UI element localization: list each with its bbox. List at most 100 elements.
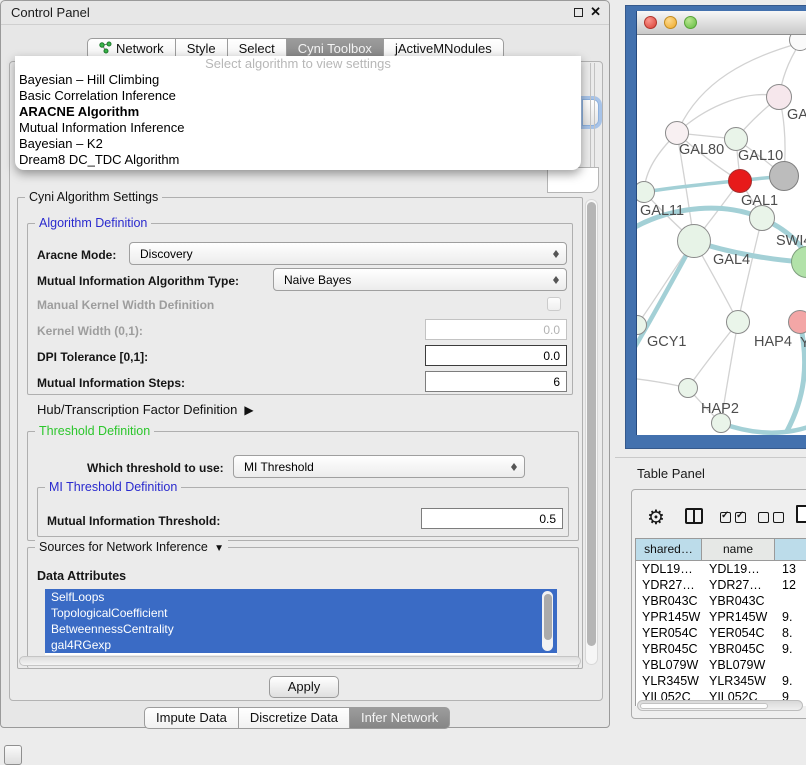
table-cell: YBR043C — [635, 593, 702, 609]
minimize-traffic-light-icon[interactable] — [664, 16, 677, 29]
table-row[interactable]: YBR045CYBR045C9. — [635, 641, 806, 657]
network-node-gal1[interactable] — [728, 169, 752, 193]
settings-vertical-scrollbar[interactable] — [585, 199, 598, 665]
sources-group-title: Sources for Network Inference ▼ — [35, 540, 228, 554]
unchecked-column-icon[interactable] — [758, 512, 769, 523]
table-cell: 9. — [775, 609, 806, 625]
hub-section-label[interactable]: Hub/Transcription Factor Definition ▶ — [37, 402, 254, 417]
algorithm-option[interactable]: Bayesian – Hill Climbing — [15, 72, 581, 88]
close-icon[interactable]: ✕ — [590, 4, 601, 20]
network-window-titlebar[interactable] — [637, 11, 806, 35]
algorithm-definition-title: Algorithm Definition — [35, 216, 151, 230]
tab-label: Cyni Toolbox — [298, 41, 372, 56]
dpi-tolerance-field[interactable]: 0.0 — [425, 345, 567, 366]
algorithm-option[interactable]: Mutual Information Inference — [15, 120, 581, 136]
node-label-gal: GAL — [787, 107, 806, 123]
column-header[interactable] — [775, 538, 806, 561]
kernel-width-field[interactable]: 0.0 — [425, 319, 567, 340]
manual-kernel-checkbox[interactable] — [547, 297, 561, 311]
hub-section-text: Hub/Transcription Factor Definition — [37, 402, 237, 417]
close-traffic-light-icon[interactable] — [644, 16, 657, 29]
manual-kernel-label: Manual Kernel Width Definition — [37, 298, 214, 312]
algorithm-option[interactable]: Basic Correlation Inference — [15, 88, 581, 104]
table-row[interactable]: YDR27…YDR27…12 — [635, 577, 806, 593]
network-node[interactable] — [711, 413, 731, 433]
tab-infer-network[interactable]: Infer Network — [350, 707, 450, 729]
table-cell: 9. — [775, 641, 806, 657]
column-header-shared[interactable]: shared… — [635, 538, 702, 561]
network-canvas[interactable]: GALGAL80GAL10GAL1GAL11SWI4GAL4GCY1HAP4YH… — [637, 35, 806, 435]
network-node-gal4[interactable] — [677, 224, 711, 258]
mi-threshold-label: Mutual Information Threshold: — [47, 514, 220, 528]
zoom-traffic-light-icon[interactable] — [684, 16, 697, 29]
network-node-hap2[interactable] — [678, 378, 698, 398]
table-row[interactable]: YDL19…YDL19…13 — [635, 561, 806, 577]
table-row[interactable]: YBL079WYBL079W — [635, 657, 806, 673]
combo-arrows-icon — [553, 273, 560, 287]
columns-icon[interactable] — [685, 508, 703, 524]
bottom-tab-bar: Impute Data Discretize DataInfer Network — [144, 707, 450, 729]
checked-column-icon[interactable] — [720, 512, 731, 523]
attribute-item[interactable]: TopologicalCoefficient — [45, 605, 557, 621]
file-icon[interactable] — [796, 505, 806, 523]
network-node-hap4[interactable] — [726, 310, 750, 334]
attribute-item[interactable]: BetweennessCentrality — [45, 621, 557, 637]
tab-label: Impute Data — [156, 710, 227, 725]
column-header-name[interactable]: name — [702, 538, 775, 561]
unchecked-column-icon[interactable] — [773, 512, 784, 523]
attribute-list-scrollbar[interactable] — [542, 591, 553, 651]
tab-impute-data[interactable]: Impute Data — [144, 707, 239, 729]
divider — [590, 63, 591, 171]
combo-arrows-icon — [553, 247, 560, 261]
table-row[interactable]: YLR345WYLR345W9. — [635, 673, 806, 689]
table-cell: 12 — [775, 577, 806, 593]
gear-icon[interactable]: ⚙ — [647, 505, 665, 530]
attribute-item[interactable]: gal4RGexp — [45, 637, 557, 653]
panel-title: Control Panel — [11, 5, 90, 20]
table-cell — [775, 657, 806, 673]
network-node[interactable] — [769, 161, 799, 191]
table-cell: YLR345W — [635, 673, 702, 689]
table-cell: YBL079W — [702, 657, 775, 673]
table-horizontal-scrollbar[interactable] — [637, 700, 803, 711]
dropdown-placeholder: Select algorithm to view settings — [15, 56, 581, 72]
which-threshold-combo[interactable]: MI Threshold — [233, 455, 525, 478]
float-window-icon[interactable] — [574, 8, 583, 17]
mi-steps-field[interactable]: 6 — [425, 371, 567, 392]
table-rows[interactable]: YDL19…YDL19…13YDR27…YDR27…12YBR043CYBR04… — [635, 561, 806, 706]
algorithm-option[interactable]: Dream8 DC_TDC Algorithm — [15, 152, 581, 168]
table-row[interactable]: YBR043CYBR043C — [635, 593, 806, 609]
checked-column-icon[interactable] — [735, 512, 746, 523]
collapsed-panel-button[interactable] — [4, 745, 22, 765]
expand-right-icon[interactable]: ▶ — [241, 403, 254, 417]
algorithm-option[interactable]: Bayesian – K2 — [15, 136, 581, 152]
divider — [594, 63, 595, 171]
aracne-mode-combo[interactable]: Discovery — [129, 242, 567, 265]
table-cell: YER054C — [635, 625, 702, 641]
data-attributes-label: Data Attributes — [37, 569, 126, 583]
mi-threshold-field[interactable]: 0.5 — [421, 508, 563, 529]
settings-horizontal-scrollbar[interactable] — [19, 656, 581, 666]
mi-type-value: Naive Bayes — [284, 273, 351, 287]
network-node-y[interactable] — [788, 310, 806, 334]
data-attributes-list[interactable]: SelfLoopsTopologicalCoefficientBetweenne… — [45, 589, 557, 655]
table-row[interactable]: YER054CYER054C8. — [635, 625, 806, 641]
node-label-hap4: HAP4 — [754, 334, 792, 350]
tab-label: Style — [187, 41, 216, 56]
collapse-down-icon[interactable]: ▼ — [211, 543, 224, 554]
table-cell: YBR045C — [702, 641, 775, 657]
tab-label: Network — [116, 41, 164, 56]
attribute-item[interactable]: SelfLoops — [45, 589, 557, 605]
table-panel-title: Table Panel — [637, 466, 705, 481]
tab-discretize-data[interactable]: Discretize Data — [239, 707, 350, 729]
node-label-gcy1: GCY1 — [647, 334, 687, 350]
table-row[interactable]: YPR145WYPR145W9. — [635, 609, 806, 625]
mi-type-combo[interactable]: Naive Bayes — [273, 268, 567, 291]
apply-button[interactable]: Apply — [269, 676, 339, 698]
table-cell: YPR145W — [702, 609, 775, 625]
algorithm-option[interactable]: ARACNE Algorithm — [15, 104, 581, 120]
network-icon — [99, 41, 112, 57]
tab-label: jActiveMNodules — [395, 41, 492, 56]
network-node-swi4[interactable] — [749, 205, 775, 231]
mi-steps-label: Mutual Information Steps: — [37, 376, 185, 390]
